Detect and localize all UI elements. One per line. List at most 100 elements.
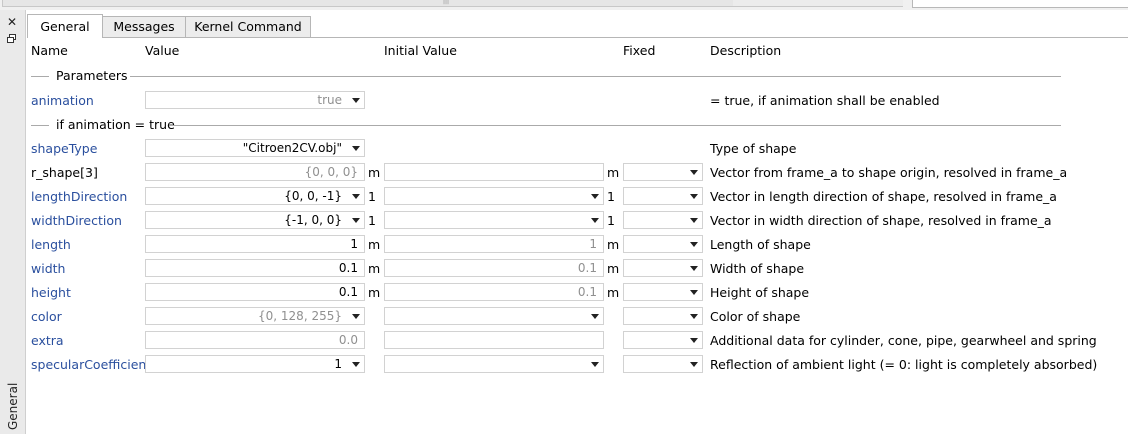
length-fixed-select[interactable]	[623, 235, 703, 253]
dropdown-arrow-icon[interactable]	[591, 362, 599, 367]
param-row-color: color {0, 128, 255} Color of shape	[27, 306, 1128, 328]
parameter-panel: Name Value Initial Value Fixed Descripti…	[27, 38, 1128, 434]
dropdown-arrow-icon[interactable]	[690, 242, 698, 247]
width-initial-field[interactable]: 0.1	[384, 259, 604, 277]
value-unit: 1	[368, 189, 376, 204]
search-input[interactable]	[912, 0, 1128, 8]
value-unit: m	[368, 237, 381, 252]
group-divider	[169, 125, 1061, 126]
r_shape-initial-field[interactable]	[384, 163, 604, 181]
column-header-value: Value	[145, 43, 180, 58]
value-unit: m	[368, 285, 381, 300]
param-name: lengthDirection	[31, 189, 128, 204]
param-value: true	[317, 93, 342, 107]
width-value-field[interactable]: 0.1	[145, 259, 365, 277]
param-name: length	[31, 237, 71, 252]
dropdown-arrow-icon[interactable]	[352, 314, 360, 319]
param-value: 0.1	[338, 261, 358, 275]
param-row-lengthDirection: lengthDirection {0, 0, -1} 1 1 Vector in…	[27, 186, 1128, 208]
scrollbar-grip-icon[interactable]: |||	[438, 0, 454, 5]
param-value: {0, 0, 0}	[304, 165, 358, 179]
value-unit: m	[368, 261, 381, 276]
width-fixed-select[interactable]	[623, 259, 703, 277]
dropdown-arrow-icon[interactable]	[591, 314, 599, 319]
float-window-icon[interactable]	[7, 34, 16, 43]
specularCoefficient-value-select[interactable]: 1	[145, 355, 365, 373]
extra-value-field[interactable]: 0.0	[145, 331, 365, 349]
shapeType-value-select[interactable]: "Citroen2CV.obj"	[145, 139, 365, 157]
r_shape-value-field[interactable]: {0, 0, 0}	[145, 163, 365, 181]
dropdown-arrow-icon[interactable]	[352, 218, 360, 223]
column-header-description: Description	[710, 43, 782, 58]
extra-fixed-select[interactable]	[623, 331, 703, 349]
length-initial-field[interactable]: 1	[384, 235, 604, 253]
widthDirection-initial-select[interactable]	[384, 211, 604, 229]
close-icon[interactable]: ✕	[7, 16, 17, 28]
group-divider	[31, 125, 49, 126]
param-value: {-1, 0, 0}	[284, 213, 342, 227]
tab-kernel-command[interactable]: Kernel Command	[185, 16, 311, 37]
height-value-field[interactable]: 0.1	[145, 283, 365, 301]
group-divider	[130, 76, 1061, 77]
tab-general[interactable]: General	[27, 14, 103, 38]
param-description: Color of shape	[710, 309, 801, 324]
param-description: Vector from frame_a to shape origin, res…	[710, 165, 1068, 180]
dropdown-arrow-icon[interactable]	[690, 314, 698, 319]
group-if-animation: if animation = true	[31, 117, 1061, 132]
lengthDirection-value-select[interactable]: {0, 0, -1}	[145, 187, 365, 205]
group-label: if animation = true	[56, 117, 175, 132]
tab-messages[interactable]: Messages	[102, 16, 186, 37]
param-description: Height of shape	[710, 285, 810, 300]
vertical-panel-label: General	[6, 382, 20, 430]
extra-initial-field[interactable]	[384, 331, 604, 349]
initial-unit: m	[607, 285, 620, 300]
dropdown-arrow-icon[interactable]	[352, 146, 360, 151]
param-name: height	[31, 285, 71, 300]
dropdown-arrow-icon[interactable]	[591, 194, 599, 199]
horizontal-scrollbar[interactable]: |||	[2, 0, 734, 7]
specularCoefficient-fixed-select[interactable]	[623, 355, 703, 373]
animation-value-select[interactable]: true	[145, 91, 365, 109]
color-fixed-select[interactable]	[623, 307, 703, 325]
dropdown-arrow-icon[interactable]	[690, 170, 698, 175]
color-value-select[interactable]: {0, 128, 255}	[145, 307, 365, 325]
dropdown-arrow-icon[interactable]	[591, 218, 599, 223]
param-row-r_shape: r_shape[3] {0, 0, 0} m m Vector from fra…	[27, 162, 1128, 184]
dropdown-arrow-icon[interactable]	[690, 218, 698, 223]
docked-panel-strip: ✕ General	[0, 10, 26, 434]
r_shape-fixed-select[interactable]	[623, 163, 703, 181]
initial-unit: m	[607, 237, 620, 252]
height-initial-field[interactable]: 0.1	[384, 283, 604, 301]
lengthDirection-initial-select[interactable]	[384, 187, 604, 205]
param-row-extra: extra 0.0 Additional data for cylinder, …	[27, 330, 1128, 352]
param-name-text: r_shape	[31, 165, 81, 180]
param-description: Width of shape	[710, 261, 805, 276]
dropdown-arrow-icon[interactable]	[690, 290, 698, 295]
length-value-field[interactable]: 1	[145, 235, 365, 253]
height-fixed-select[interactable]	[623, 283, 703, 301]
param-name: widthDirection	[31, 213, 122, 228]
dropdown-arrow-icon[interactable]	[352, 194, 360, 199]
lengthDirection-fixed-select[interactable]	[623, 187, 703, 205]
dropdown-arrow-icon[interactable]	[690, 338, 698, 343]
param-name: animation	[31, 93, 94, 108]
dropdown-arrow-icon[interactable]	[352, 362, 360, 367]
toolbar-area	[733, 0, 903, 7]
dropdown-arrow-icon[interactable]	[690, 194, 698, 199]
specularCoefficient-initial-select[interactable]	[384, 355, 604, 373]
dropdown-arrow-icon[interactable]	[690, 266, 698, 271]
dropdown-arrow-icon[interactable]	[690, 362, 698, 367]
param-value: 1	[350, 237, 358, 251]
param-value: 0.0	[338, 333, 358, 347]
column-header-initial-value: Initial Value	[384, 43, 457, 58]
param-description: Vector in width direction of shape, reso…	[710, 213, 1052, 228]
param-name: extra	[31, 333, 64, 348]
color-initial-select[interactable]	[384, 307, 604, 325]
param-value: {0, 128, 255}	[258, 309, 342, 323]
dropdown-arrow-icon[interactable]	[352, 98, 360, 103]
widthDirection-fixed-select[interactable]	[623, 211, 703, 229]
param-description: Vector in length direction of shape, res…	[710, 189, 1057, 204]
widthDirection-value-select[interactable]: {-1, 0, 0}	[145, 211, 365, 229]
param-name: width	[31, 261, 66, 276]
param-row-width: width 0.1 m 0.1 m Width of shape	[27, 258, 1128, 280]
